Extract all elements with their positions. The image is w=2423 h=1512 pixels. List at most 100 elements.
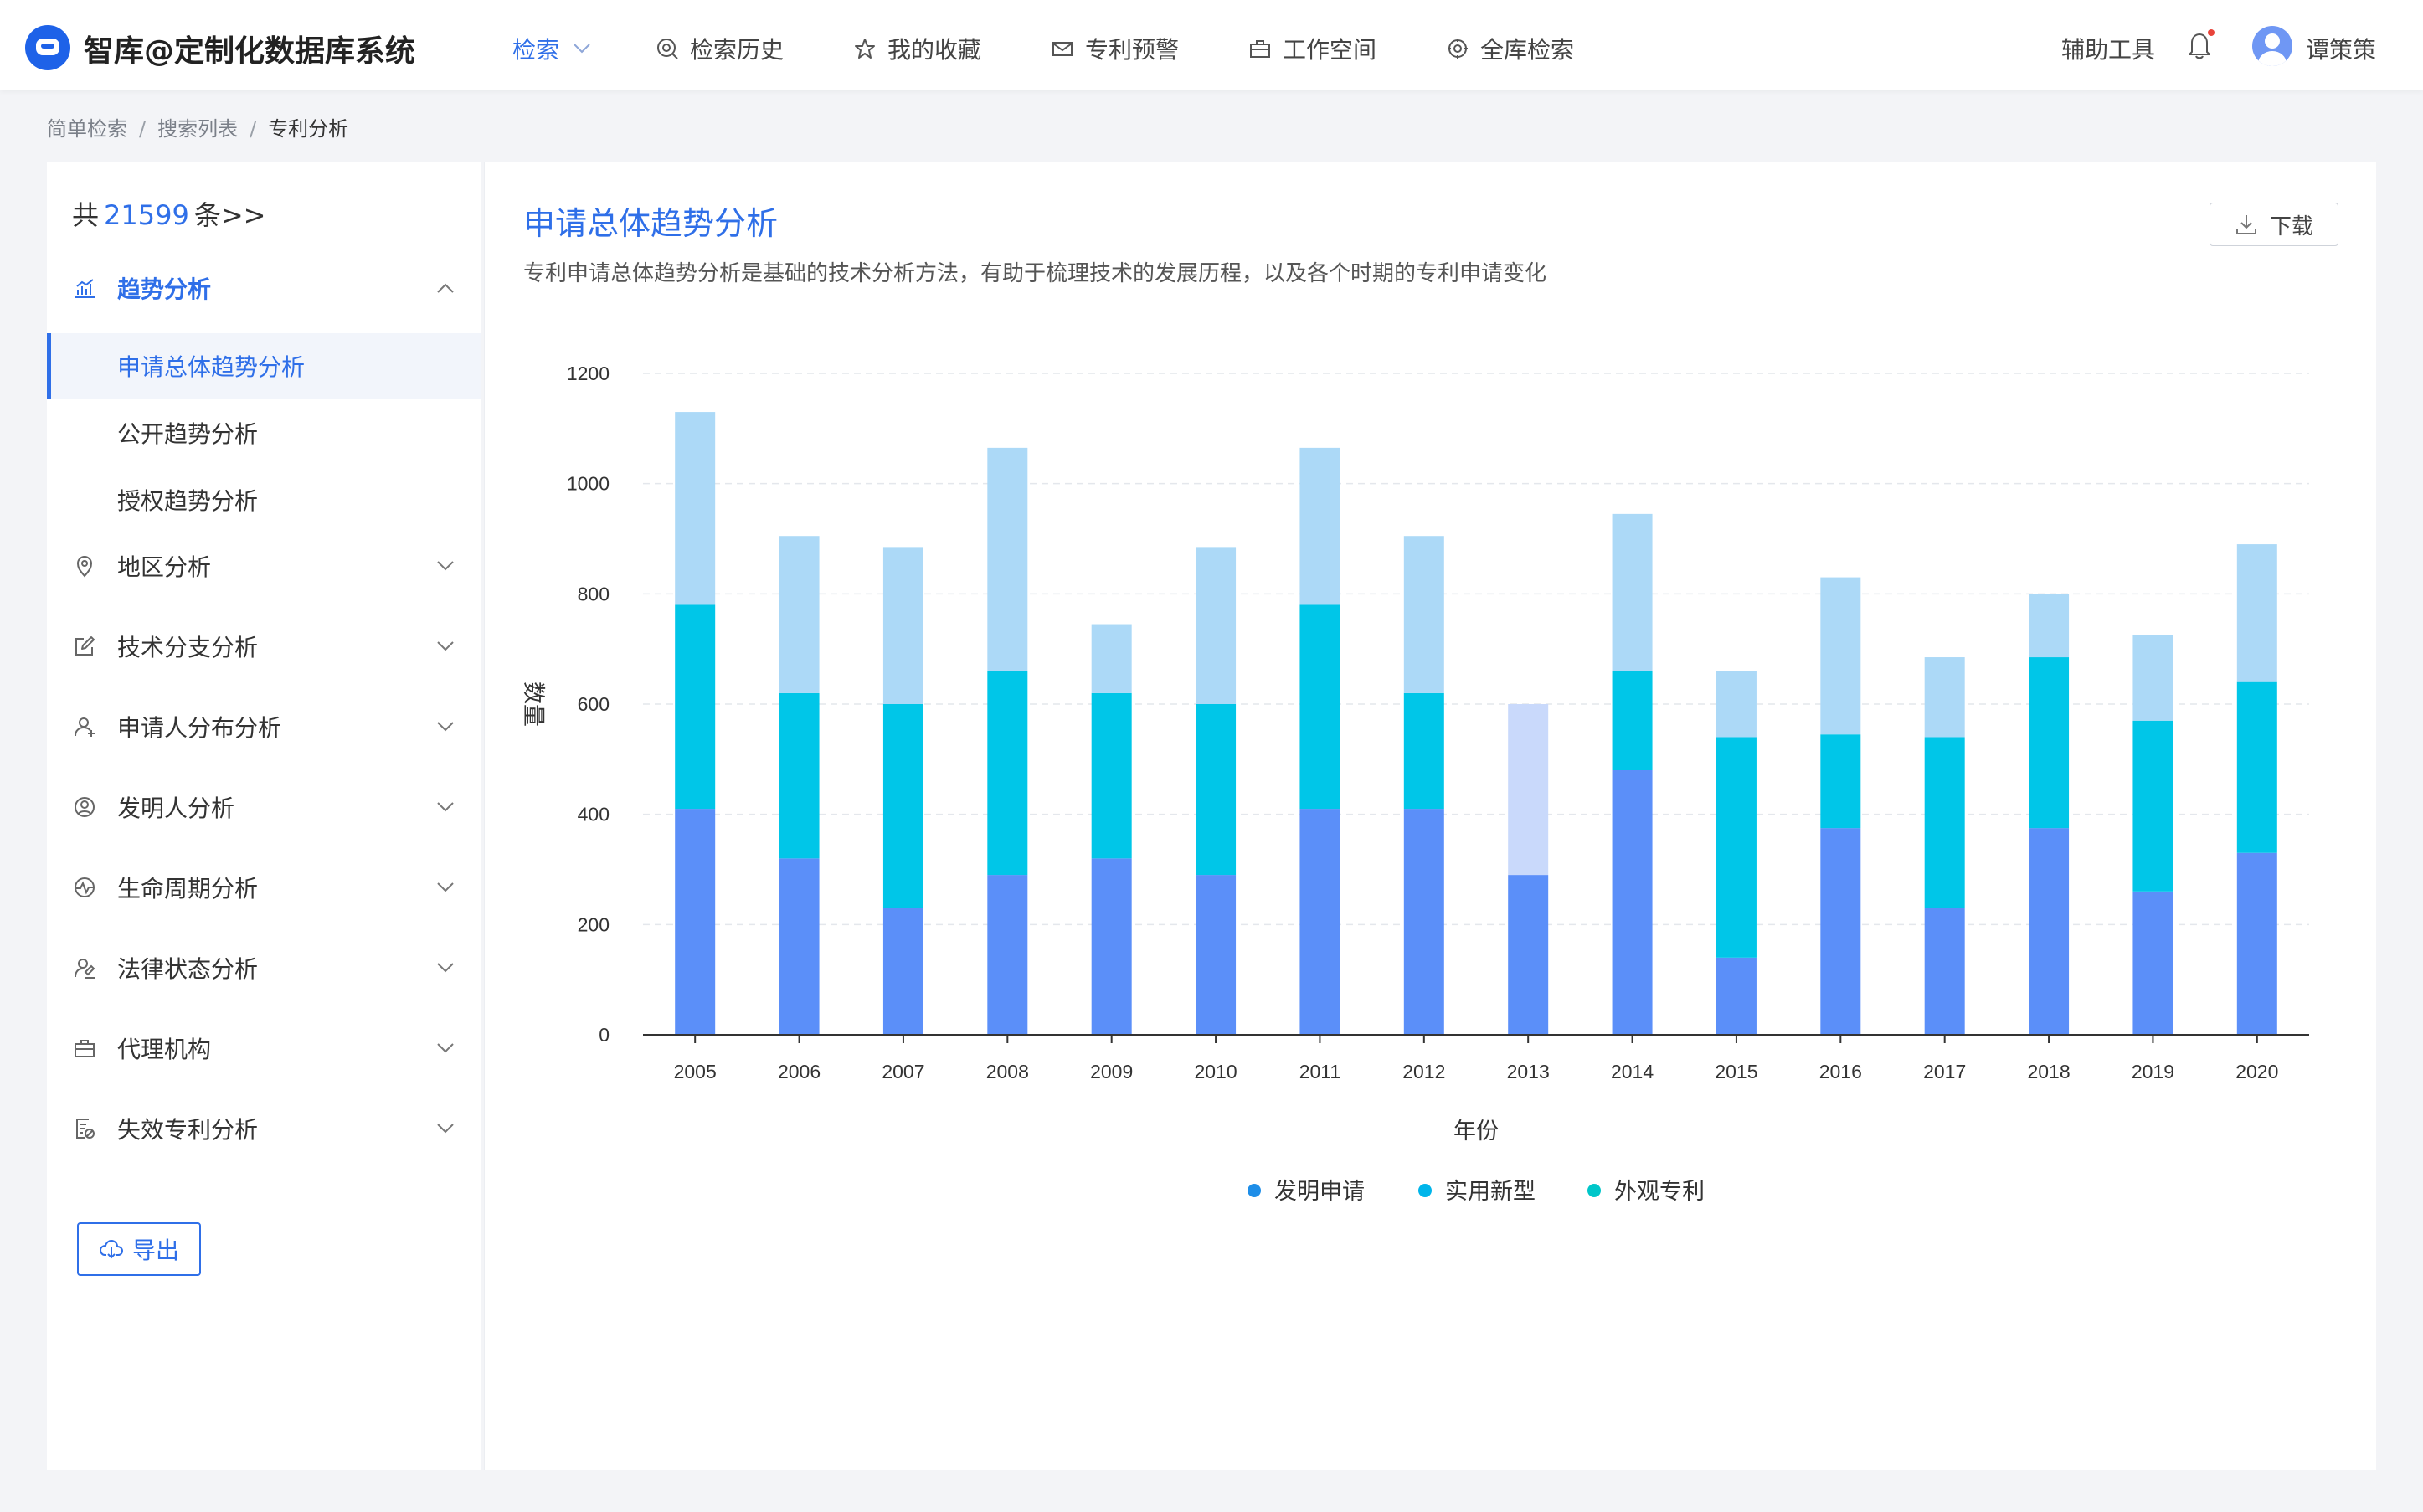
global-search-icon (1445, 36, 1470, 61)
nav-search[interactable]: 检索 (512, 32, 594, 65)
chevron-down-icon (434, 554, 457, 578)
x-tick-label: 2013 (1507, 1061, 1550, 1083)
menu-region-analysis[interactable]: 地区分析 (47, 536, 481, 596)
menu-applicant-analysis[interactable]: 申请人分布分析 (47, 697, 481, 757)
bar-2009-series-1 (1091, 692, 1132, 859)
legend-label: 外观专利 (1614, 1179, 1705, 1205)
y-axis-title: 数量 (520, 681, 546, 727)
document-invalid-icon (72, 1116, 97, 1141)
legend-label: 发明申请 (1274, 1179, 1365, 1205)
bar-2006-series-2 (779, 536, 820, 693)
menu-invalid-patent-analysis-label: 失效专利分析 (117, 1116, 259, 1144)
bar-2006-series-1 (779, 692, 820, 859)
menu-agency[interactable]: 代理机构 (47, 1018, 481, 1078)
bar-2018-series-0 (2029, 828, 2070, 1035)
export-button[interactable]: 导出 (77, 1222, 201, 1276)
total-count-link[interactable]: 共 21599 条>> (72, 194, 265, 233)
chevron-down-icon (434, 1036, 457, 1060)
app-logo[interactable] (25, 25, 70, 70)
menu-tech-branch-analysis[interactable]: 技术分支分析 (47, 616, 481, 676)
app-title: 智库@定制化数据库系统 (84, 34, 416, 69)
menu-inventor-analysis[interactable]: 发明人分析 (47, 777, 481, 837)
bar-2020-series-1 (2236, 681, 2277, 853)
x-tick-label: 2005 (674, 1061, 717, 1083)
tools-menu[interactable]: 辅助工具 (2061, 32, 2155, 65)
menu-applicant-analysis-label: 申请人分布分析 (117, 714, 282, 742)
total-suffix: 条>> (193, 199, 266, 231)
star-icon (852, 36, 877, 61)
bar-2007-series-0 (882, 908, 923, 1035)
breadcrumb-separator: / (139, 117, 147, 141)
bar-2019-series-1 (2132, 720, 2173, 892)
menu-trend-analysis-label: 趋势分析 (117, 275, 212, 303)
x-tick-label: 2007 (882, 1061, 924, 1083)
x-tick-label: 2016 (1819, 1061, 1862, 1083)
bar-2018-series-2 (2029, 594, 2070, 658)
menu-agency-label: 代理机构 (117, 1036, 212, 1063)
menu-lifecycle-analysis[interactable]: 生命周期分析 (47, 857, 481, 918)
bar-2020-series-0 (2236, 852, 2277, 1035)
menu-region-analysis-label: 地区分析 (117, 553, 212, 581)
legal-status-icon (72, 955, 97, 980)
y-tick-label: 1200 (567, 363, 610, 384)
bar-2019-series-0 (2132, 891, 2173, 1035)
y-tick-label: 600 (578, 693, 610, 715)
breadcrumb-simple-search[interactable]: 简单检索 (47, 117, 127, 141)
x-tick-label: 2017 (1923, 1061, 1966, 1083)
bar-2017-series-0 (1924, 908, 1965, 1035)
x-tick-label: 2010 (1194, 1061, 1237, 1083)
y-tick-label: 0 (599, 1024, 610, 1046)
applicant-user-icon (72, 714, 97, 739)
bar-2006-series-0 (779, 858, 820, 1035)
nav-workspace[interactable]: 工作空间 (1248, 32, 1376, 65)
submenu-overall-trend[interactable]: 申请总体趋势分析 (47, 333, 481, 399)
submenu-publication-trend[interactable]: 公开趋势分析 (47, 400, 481, 465)
bar-2013-series-0 (1508, 875, 1549, 1035)
x-tick-label: 2015 (1715, 1061, 1757, 1083)
bar-2008-series-0 (987, 875, 1028, 1035)
chevron-up-icon (434, 276, 457, 300)
legend-marker (1418, 1184, 1432, 1197)
nav-history[interactable]: 检索历史 (655, 32, 784, 65)
menu-legal-status-analysis[interactable]: 法律状态分析 (47, 938, 481, 998)
menu-legal-status-analysis-label: 法律状态分析 (117, 955, 259, 983)
bar-2016-series-1 (1820, 734, 1861, 829)
y-tick-label: 200 (578, 913, 610, 935)
breadcrumb-current: 专利分析 (268, 117, 349, 141)
nav-global-search[interactable]: 全库检索 (1445, 32, 1574, 65)
lifecycle-icon (72, 875, 97, 900)
bar-2017-series-2 (1924, 657, 1965, 738)
bar-2009-series-2 (1091, 624, 1132, 693)
nav-patent-alert[interactable]: 专利预警 (1050, 32, 1179, 65)
total-count: 21599 (104, 199, 189, 231)
edit-icon (72, 634, 97, 659)
chevron-down-icon (434, 1117, 457, 1140)
menu-invalid-patent-analysis[interactable]: 失效专利分析 (47, 1098, 481, 1159)
bar-2005-series-0 (675, 809, 716, 1035)
trend-chart-icon (72, 275, 97, 301)
x-tick-label: 2012 (1402, 1061, 1445, 1083)
legend-marker (1587, 1184, 1601, 1197)
top-header: 智库@定制化数据库系统 检索 检索历史 我的收藏 专利预警 工作空间 全库检索 (0, 0, 2423, 90)
x-tick-label: 2019 (2132, 1061, 2174, 1083)
bar-2015-series-1 (1716, 737, 1757, 958)
menu-trend-analysis[interactable]: 趋势分析 (47, 258, 481, 318)
bar-2005-series-1 (675, 604, 716, 810)
nav-favorites-label: 我的收藏 (887, 36, 982, 64)
x-axis-title: 年份 (1453, 1119, 1499, 1144)
submenu-grant-trend-label: 授权趋势分析 (117, 487, 259, 515)
nav-patent-alert-label: 专利预警 (1085, 36, 1180, 64)
nav-search-label: 检索 (512, 36, 560, 64)
breadcrumb-search-list[interactable]: 搜索列表 (157, 117, 238, 141)
bar-2009-series-0 (1091, 858, 1132, 1035)
username[interactable]: 谭策策 (2306, 32, 2376, 65)
bar-2016-series-2 (1820, 577, 1861, 735)
avatar[interactable] (2252, 26, 2292, 66)
bar-2008-series-2 (987, 447, 1028, 671)
nav-history-label: 检索历史 (690, 36, 785, 64)
nav-favorites[interactable]: 我的收藏 (852, 32, 981, 65)
submenu-grant-trend[interactable]: 授权趋势分析 (47, 467, 481, 532)
bar-2011-series-0 (1299, 809, 1340, 1035)
chevron-down-icon (434, 795, 457, 819)
bar-2014-series-1 (1612, 671, 1653, 770)
